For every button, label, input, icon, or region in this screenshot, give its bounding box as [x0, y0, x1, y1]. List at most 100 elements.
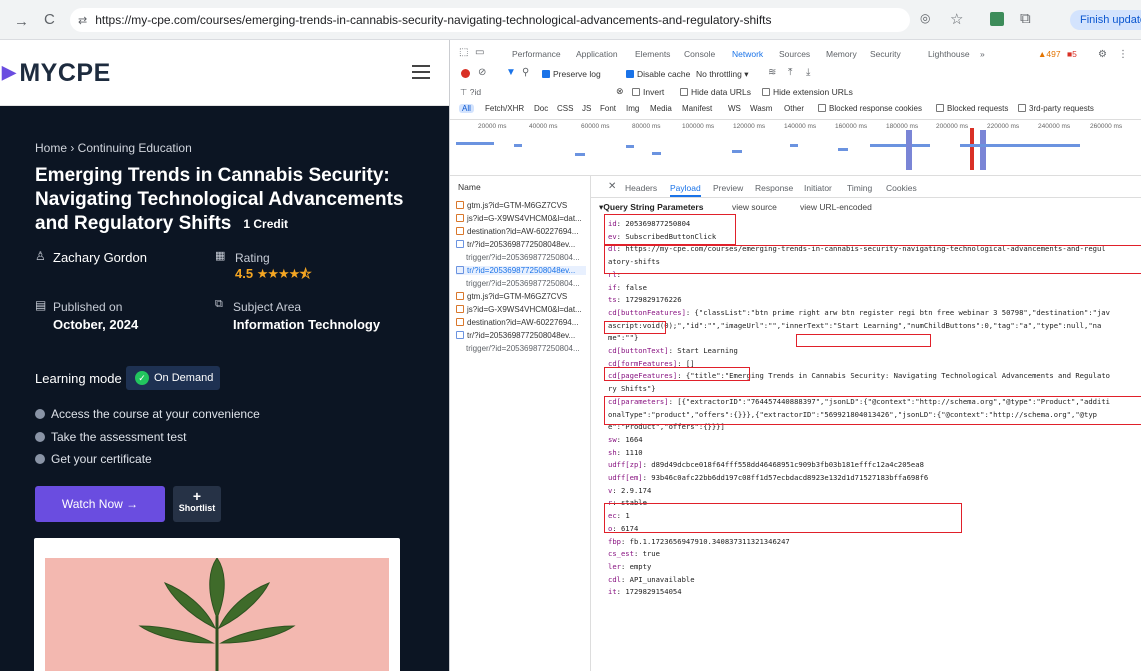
- request-row[interactable]: gtm.js?id=GTM-M6GZ7CVS: [456, 292, 586, 301]
- request-row[interactable]: destination?id=AW-60227694...: [456, 318, 586, 327]
- tab-cookies[interactable]: Cookies: [886, 183, 917, 193]
- address-bar[interactable]: ⇄ https://my-cpe.com/courses/emerging-tr…: [70, 8, 910, 32]
- filter-icon[interactable]: ▼: [506, 67, 516, 78]
- tab-performance[interactable]: Performance: [512, 49, 561, 59]
- filter-wasm[interactable]: Wasm: [750, 104, 772, 113]
- query-param-row[interactable]: sh: 1110: [608, 448, 643, 457]
- tab-console[interactable]: Console: [684, 49, 715, 59]
- request-row[interactable]: tr/?id=2053698772508048ev...: [456, 331, 586, 340]
- query-param-row[interactable]: v: 2.9.174: [608, 486, 651, 495]
- download-icon[interactable]: ⤓: [806, 67, 810, 78]
- query-param-row[interactable]: fbp: fb.1.1723656947910.3408373113213462…: [608, 537, 790, 546]
- hide-extension-urls-checkbox[interactable]: Hide extension URLs: [762, 87, 853, 97]
- tab-initiator[interactable]: Initiator: [804, 183, 832, 193]
- query-param-row[interactable]: if: false: [608, 283, 647, 292]
- query-param-row[interactable]: udff[em]: 93b46c0afc22bb6dd197c08ff1d57e…: [608, 473, 928, 482]
- site-info-icon[interactable]: ⇄: [78, 14, 87, 27]
- author-name[interactable]: Zachary Gordon: [53, 250, 147, 265]
- request-row[interactable]: trigger/?id=205369877250804...: [456, 279, 586, 288]
- split-divider[interactable]: [590, 176, 591, 671]
- shortlist-button[interactable]: + Shortlist: [173, 486, 221, 522]
- filter-manifest[interactable]: Manifest: [682, 104, 712, 113]
- breadcrumb[interactable]: Home › Continuing Education: [35, 141, 192, 155]
- clear-filter-icon[interactable]: ⊗: [616, 86, 624, 97]
- disable-cache-checkbox[interactable]: Disable cache: [626, 69, 690, 79]
- inspect-element-icon[interactable]: ⬚: [459, 47, 468, 58]
- device-toolbar-icon[interactable]: ▭: [475, 47, 484, 58]
- tab-memory[interactable]: Memory: [826, 49, 857, 59]
- filter-input[interactable]: ⊤ ?id: [460, 87, 481, 98]
- tab-lighthouse[interactable]: Lighthouse: [928, 49, 970, 59]
- hamburger-menu-icon[interactable]: [412, 65, 430, 83]
- tab-payload[interactable]: Payload: [670, 183, 701, 197]
- tab-sources[interactable]: Sources: [779, 49, 810, 59]
- filter-doc[interactable]: Doc: [534, 104, 548, 113]
- tab-timing[interactable]: Timing: [847, 183, 872, 193]
- query-param-row[interactable]: it: 1729829154054: [608, 587, 682, 596]
- blocked-cookies-checkbox[interactable]: Blocked response cookies: [818, 104, 922, 113]
- forward-icon[interactable]: →: [14, 13, 29, 30]
- request-row[interactable]: js?id=G-X9WS4VHCM0&l=dat...: [456, 214, 586, 223]
- timeline-overview[interactable]: 20000 ms 40000 ms 60000 ms 80000 ms 1000…: [450, 119, 1141, 176]
- request-row[interactable]: destination?id=AW-60227694...: [456, 227, 586, 236]
- request-row[interactable]: trigger/?id=205369877250804...: [456, 344, 586, 353]
- watch-now-button[interactable]: Watch Now →: [35, 486, 165, 522]
- request-row[interactable]: tr/?id=2053698772508048ev...: [456, 240, 586, 249]
- settings-gear-icon[interactable]: ⚙: [1098, 49, 1107, 60]
- filter-font[interactable]: Font: [600, 104, 616, 113]
- extension-icon[interactable]: [990, 12, 1004, 26]
- record-icon[interactable]: [461, 69, 470, 78]
- filter-css[interactable]: CSS: [557, 104, 573, 113]
- request-row[interactable]: js?id=G-X9WS4VHCM0&l=dat...: [456, 305, 586, 314]
- blocked-requests-checkbox[interactable]: Blocked requests: [936, 104, 1008, 113]
- filter-fetch-xhr[interactable]: Fetch/XHR: [485, 104, 524, 113]
- query-param-row[interactable]: ascript:void(0);","id":"","imageUrl":"",…: [608, 321, 1101, 330]
- reload-icon[interactable]: C: [44, 11, 55, 28]
- query-param-row[interactable]: ry Shifts"}: [608, 384, 656, 393]
- request-row[interactable]: gtm.js?id=GTM-M6GZ7CVS: [456, 201, 586, 210]
- invert-checkbox[interactable]: Invert: [632, 87, 664, 97]
- query-param-row[interactable]: ts: 1729829176226: [608, 295, 682, 304]
- finish-update-button[interactable]: Finish update: [1070, 10, 1141, 30]
- filter-other[interactable]: Other: [784, 104, 804, 113]
- tab-application[interactable]: Application: [576, 49, 618, 59]
- more-tabs-icon[interactable]: »: [980, 49, 985, 59]
- close-detail-icon[interactable]: ✕: [608, 181, 616, 192]
- third-party-checkbox[interactable]: 3rd-party requests: [1018, 104, 1094, 113]
- request-row[interactable]: trigger/?id=205369877250804...: [456, 253, 586, 262]
- throttling-select[interactable]: No throttling ▾: [696, 69, 748, 80]
- view-url-encoded-link[interactable]: view URL-encoded: [800, 202, 872, 212]
- extensions-puzzle-icon[interactable]: ⧉: [1020, 10, 1031, 27]
- query-param-row[interactable]: ler: empty: [608, 562, 651, 571]
- query-param-row[interactable]: me":""}: [608, 333, 638, 342]
- name-column-header[interactable]: Name: [458, 182, 481, 192]
- clear-icon[interactable]: ⊘: [478, 67, 486, 78]
- tab-elements[interactable]: Elements: [635, 49, 670, 59]
- query-param-row[interactable]: cd[buttonText]: Start Learning: [608, 346, 738, 355]
- request-row-selected[interactable]: tr/?id=2053698772508048ev...: [456, 266, 586, 275]
- query-param-row[interactable]: cd[buttonFeatures]: {"classList":"btn pr…: [608, 308, 1110, 317]
- error-count[interactable]: ■5: [1067, 49, 1077, 59]
- tab-preview[interactable]: Preview: [713, 183, 743, 193]
- tab-network[interactable]: Network: [732, 49, 763, 59]
- incognito-icon[interactable]: ◎: [920, 11, 930, 25]
- filter-all[interactable]: All: [459, 104, 474, 113]
- query-string-header[interactable]: ▾Query String Parameters: [599, 202, 703, 213]
- query-param-row[interactable]: cdl: API_unavailable: [608, 575, 695, 584]
- filter-js[interactable]: JS: [582, 104, 591, 113]
- filter-img[interactable]: Img: [626, 104, 639, 113]
- warning-count[interactable]: ▲497: [1038, 49, 1061, 59]
- query-param-row[interactable]: cs_est: true: [608, 549, 660, 558]
- tab-security[interactable]: Security: [870, 49, 901, 59]
- hide-data-urls-checkbox[interactable]: Hide data URLs: [680, 87, 751, 97]
- tab-headers[interactable]: Headers: [625, 183, 657, 193]
- tab-response[interactable]: Response: [755, 183, 793, 193]
- query-param-row[interactable]: udff[zp]: d89d49dcbce018f64fff558dd46468…: [608, 460, 924, 469]
- wifi-icon[interactable]: ≋: [768, 67, 776, 78]
- filter-media[interactable]: Media: [650, 104, 672, 113]
- mycpe-logo[interactable]: ▶ MYCPE: [2, 59, 111, 88]
- kebab-menu-icon[interactable]: ⋮: [1118, 49, 1128, 60]
- filter-ws[interactable]: WS: [728, 104, 741, 113]
- bookmark-star-icon[interactable]: ☆: [950, 10, 963, 28]
- upload-icon[interactable]: ⤒: [788, 67, 792, 78]
